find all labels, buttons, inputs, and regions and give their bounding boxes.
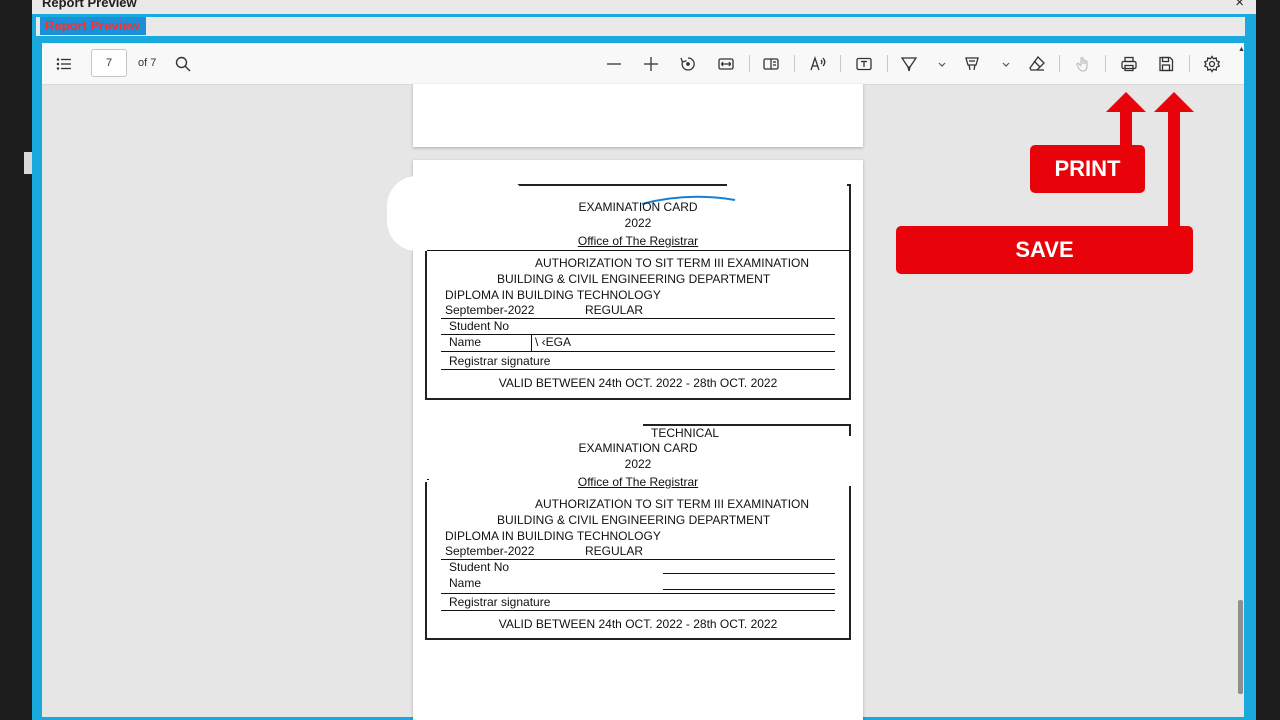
previous-page xyxy=(413,84,863,147)
card-mode: REGULAR xyxy=(585,303,644,317)
row-line xyxy=(663,589,835,590)
window-title: Report Preview xyxy=(42,0,137,10)
card-mode: REGULAR xyxy=(585,544,644,558)
card-diploma: DIPLOMA IN BUILDING TECHNOLOGY xyxy=(445,529,661,543)
card-office: Office of The Registrar xyxy=(577,475,699,489)
examination-card: EXAMINATION CARD 2022 Office of The Regi… xyxy=(387,176,851,400)
card-session: September-2022 xyxy=(445,544,535,558)
chevron-down-icon[interactable] xyxy=(930,53,954,75)
card-authorization: AUTHORIZATION TO SIT TERM III EXAMINATIO… xyxy=(535,256,810,270)
card-diploma: DIPLOMA IN BUILDING TECHNOLOGY xyxy=(445,288,661,302)
signature-label: Registrar signature xyxy=(449,595,551,609)
toc-icon[interactable] xyxy=(52,53,76,75)
save-icon[interactable] xyxy=(1154,53,1178,75)
card-top-text: TECHNICAL xyxy=(651,426,720,440)
settings-icon[interactable] xyxy=(1200,53,1224,75)
card-valid-dates: VALID BETWEEN 24th OCT. 2022 - 28th OCT.… xyxy=(498,617,778,631)
card-valid-dates: VALID BETWEEN 24th OCT. 2022 - 28th OCT.… xyxy=(498,376,778,390)
rotate-icon[interactable] xyxy=(676,53,700,75)
scrollbar-thumb[interactable] xyxy=(1238,600,1243,694)
window-title-bar: Report Preview × xyxy=(32,0,1256,14)
toolbar-separator xyxy=(794,55,795,72)
divider xyxy=(427,479,429,480)
student-no-label: Student No xyxy=(449,560,510,574)
zoom-out-icon[interactable] xyxy=(602,53,626,75)
close-icon[interactable]: × xyxy=(1235,0,1244,11)
toolbar-separator xyxy=(1189,55,1190,72)
row-line xyxy=(441,369,835,370)
highlight-icon[interactable] xyxy=(960,53,984,75)
print-icon[interactable] xyxy=(1117,53,1141,75)
chevron-down-icon[interactable] xyxy=(994,53,1018,75)
page-number-input[interactable] xyxy=(91,49,127,77)
name-label: Name xyxy=(449,335,482,349)
row-line xyxy=(441,351,835,352)
row-line xyxy=(441,610,835,611)
toolbar-separator xyxy=(1105,55,1106,72)
page-view-icon[interactable] xyxy=(759,53,783,75)
row-line xyxy=(441,593,835,594)
zoom-in-icon[interactable] xyxy=(639,53,663,75)
row-line xyxy=(663,573,835,574)
card-session: September-2022 xyxy=(445,303,535,317)
touch-icon xyxy=(1071,53,1095,75)
left-edge-tab xyxy=(24,152,32,174)
page-count: of 7 xyxy=(138,57,157,69)
card-title: EXAMINATION CARD xyxy=(578,200,698,214)
toolbar-separator xyxy=(887,55,888,72)
text-box-icon[interactable] xyxy=(852,53,876,75)
student-no-label: Student No xyxy=(449,319,510,333)
signature-label: Registrar signature xyxy=(449,354,551,368)
tab-strip xyxy=(36,17,1245,36)
row-divider xyxy=(531,334,532,352)
name-label: Name xyxy=(449,576,482,590)
save-callout: SAVE xyxy=(896,226,1193,274)
scroll-up-arrow[interactable]: ▲ xyxy=(1238,46,1245,53)
toolbar-separator xyxy=(749,55,750,72)
card-year: 2022 xyxy=(624,216,652,230)
left-background-strip xyxy=(0,0,32,720)
row-line xyxy=(441,334,835,335)
card-department: BUILDING & CIVIL ENGINEERING DEPARTMENT xyxy=(497,513,771,527)
name-value: \ ‹EGA xyxy=(535,335,572,349)
card-authorization: AUTHORIZATION TO SIT TERM III EXAMINATIO… xyxy=(535,497,810,511)
print-callout: PRINT xyxy=(1030,145,1145,193)
toolbar-separator xyxy=(840,55,841,72)
fit-width-icon[interactable] xyxy=(714,53,738,75)
divider xyxy=(427,250,849,251)
search-icon[interactable] xyxy=(171,53,195,75)
right-background-strip xyxy=(1256,0,1280,720)
card-department: BUILDING & CIVIL ENGINEERING DEPARTMENT xyxy=(497,272,771,286)
card-title: EXAMINATION CARD xyxy=(578,441,698,455)
tab-report-preview[interactable]: Report Preview xyxy=(40,17,146,35)
eraser-icon[interactable] xyxy=(1025,53,1049,75)
read-aloud-icon[interactable] xyxy=(806,53,830,75)
draw-icon[interactable] xyxy=(897,53,921,75)
pdf-toolbar: of 7 xyxy=(42,43,1244,85)
toolbar-separator xyxy=(1059,55,1060,72)
current-page: EXAMINATION CARD 2022 Office of The Regi… xyxy=(387,160,863,720)
card-year: 2022 xyxy=(624,457,652,471)
examination-card: TECHNICAL EXAMINATION CARD 2022 Office o… xyxy=(423,422,851,640)
card-office: Office of The Registrar xyxy=(577,234,699,248)
